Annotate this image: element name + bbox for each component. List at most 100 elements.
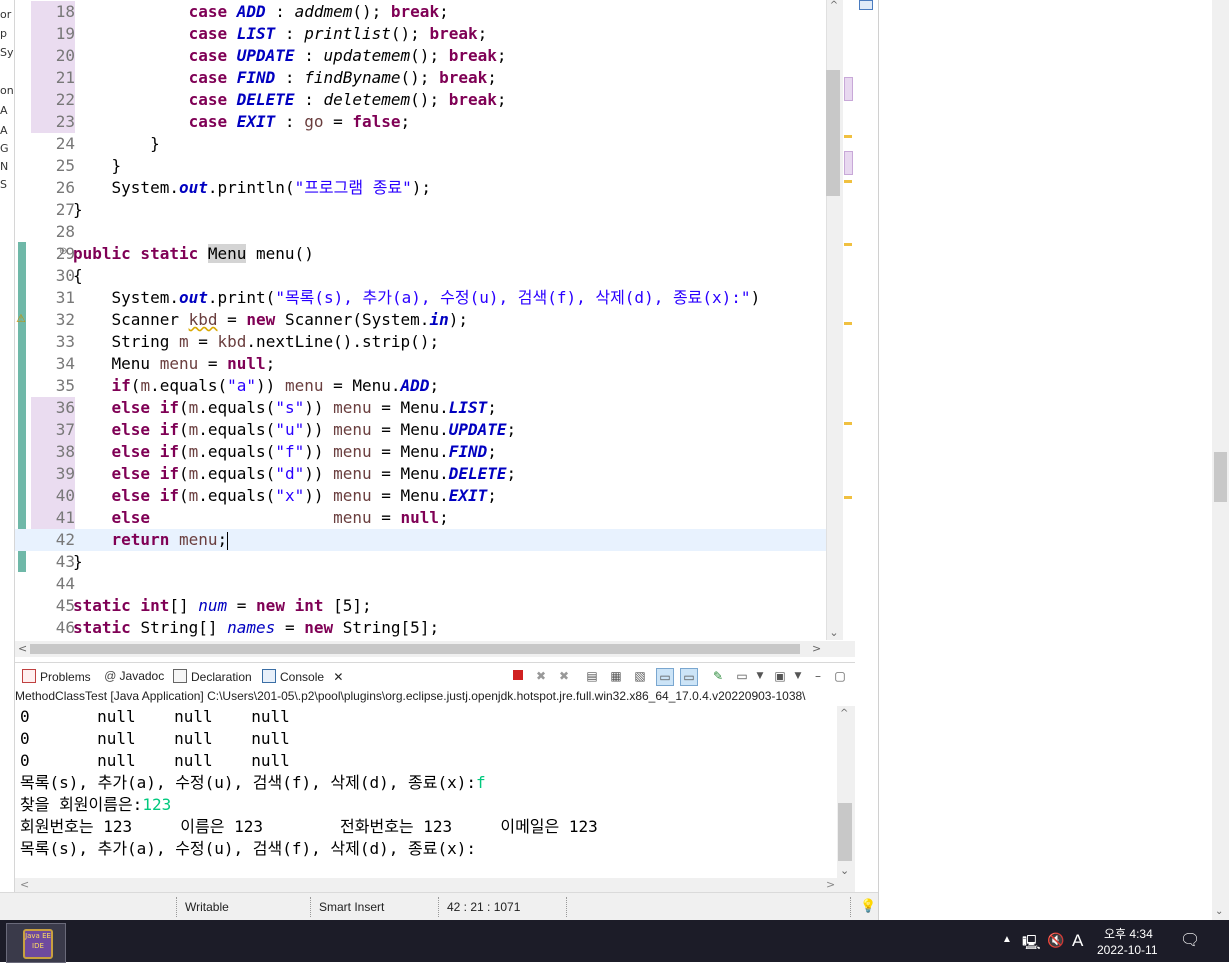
code-line[interactable]: 19 case LIST : printlist(); break;: [15, 23, 827, 45]
outline-fragment[interactable]: A: [0, 104, 14, 117]
overview-mark[interactable]: [844, 322, 852, 325]
tab-declaration[interactable]: Declaration: [173, 669, 252, 684]
scroll-down-arrow-icon[interactable]: ⌄: [828, 626, 840, 639]
code-line[interactable]: 34 Menu menu = null;: [15, 353, 827, 375]
chevron-down-icon[interactable]: ▼: [790, 668, 806, 684]
scroll-up-arrow-icon[interactable]: ^: [840, 708, 848, 719]
clear-console-icon[interactable]: ▤: [584, 668, 600, 684]
code-line[interactable]: 25 }: [15, 155, 827, 177]
outline-fragment[interactable]: Sy: [0, 46, 14, 59]
scroll-left-arrow-icon[interactable]: <: [20, 878, 29, 891]
code-editor[interactable]: 18 case ADD : addmem(); break; 19 case LI…: [15, 0, 827, 640]
outline-quick-icon[interactable]: [859, 0, 873, 10]
volume-muted-icon[interactable]: 🔇: [1047, 932, 1064, 949]
scroll-down-arrow-icon[interactable]: ⌄: [1215, 906, 1223, 917]
taskbar-eclipse-app[interactable]: Java EE IDE: [6, 923, 66, 963]
code-line[interactable]: 35 if(m.equals("a")) menu = Menu.ADD;: [15, 375, 827, 397]
code-line[interactable]: 29 public static Menu menu(): [15, 243, 827, 265]
outline-fragment[interactable]: N: [0, 160, 14, 173]
code-line[interactable]: 22 case DELETE : deletemem(); break;: [15, 89, 827, 111]
code-token: :: [275, 24, 305, 43]
status-cursor-position[interactable]: 42 : 21 : 1071: [447, 900, 520, 914]
overview-mark[interactable]: [844, 243, 852, 246]
maximize-icon[interactable]: ▢: [832, 668, 848, 684]
code-line[interactable]: 24 }: [15, 133, 827, 155]
code-line[interactable]: 44: [15, 573, 827, 595]
line-number: 29: [55, 244, 75, 263]
code-line[interactable]: 27}: [15, 199, 827, 221]
outline-fragment[interactable]: S: [0, 178, 14, 191]
console-scroll-thumb[interactable]: [838, 803, 852, 861]
code-line[interactable]: 20 case UPDATE : updatemem(); break;: [15, 45, 827, 67]
scroll-up-arrow-icon[interactable]: ^: [828, 0, 840, 11]
remove-all-launches-icon[interactable]: ✖: [556, 668, 572, 684]
overview-mark[interactable]: [844, 422, 852, 425]
code-line[interactable]: 36 else if(m.equals("s")) menu = Menu.LI…: [15, 397, 827, 419]
tab-console[interactable]: Console ✕: [262, 669, 343, 684]
console-horizontal-scrollbar[interactable]: [15, 878, 855, 892]
scroll-down-arrow-icon[interactable]: ⌄: [840, 864, 849, 877]
chevron-down-icon[interactable]: ▼: [752, 668, 768, 684]
code-line[interactable]: 26 System.out.println("프로그램 종료");: [15, 177, 827, 199]
code-line[interactable]: 40 else if(m.equals("x")) menu = Menu.EX…: [15, 485, 827, 507]
code-line[interactable]: 37 else if(m.equals("u")) menu = Menu.UP…: [15, 419, 827, 441]
code-line[interactable]: 32 Scanner kbd = new Scanner(System.in);: [15, 309, 827, 331]
outline-fragment[interactable]: on: [0, 84, 14, 97]
notification-icon[interactable]: 🗨: [1180, 930, 1200, 950]
outline-fragment[interactable]: or: [0, 8, 14, 21]
open-console-icon[interactable]: ▣: [772, 668, 788, 684]
terminate-icon[interactable]: [510, 668, 526, 684]
clock-time[interactable]: 오후 4:34: [1104, 925, 1153, 942]
show-on-stdout-icon[interactable]: ▭: [656, 668, 674, 686]
overview-mark[interactable]: [844, 180, 852, 183]
clock-date[interactable]: 2022-10-11: [1097, 943, 1158, 957]
editor-hscroll-thumb[interactable]: [30, 644, 800, 654]
code-line[interactable]: 31 System.out.print("목록(s), 추가(a), 수정(u)…: [15, 287, 827, 309]
status-insert-mode[interactable]: Smart Insert: [319, 900, 384, 914]
code-line[interactable]: 33 String m = kbd.nextLine().strip();: [15, 331, 827, 353]
overview-mark[interactable]: [844, 151, 853, 175]
warning-marker-icon[interactable]: ⚠: [16, 312, 28, 326]
network-icon[interactable]: 🖳: [1022, 932, 1041, 956]
code-line[interactable]: 38 else if(m.equals("f")) menu = Menu.FI…: [15, 441, 827, 463]
scroll-left-arrow-icon[interactable]: <: [18, 642, 27, 655]
overview-mark[interactable]: [844, 77, 853, 101]
tab-javadoc[interactable]: @ Javadoc: [104, 669, 164, 683]
page-scroll-thumb[interactable]: [1214, 452, 1227, 502]
scroll-right-arrow-icon[interactable]: >: [826, 878, 835, 891]
code-line[interactable]: 39 else if(m.equals("d")) menu = Menu.DE…: [15, 463, 827, 485]
overview-ruler[interactable]: [843, 0, 855, 640]
display-console-icon[interactable]: ▭: [734, 668, 750, 684]
show-on-stderr-icon[interactable]: ▭: [680, 668, 698, 686]
outline-fragment[interactable]: p: [0, 27, 14, 40]
code-line[interactable]: 42 return menu;: [15, 529, 827, 551]
code-line[interactable]: 21 case FIND : findByname(); break;: [15, 67, 827, 89]
code-line[interactable]: 18 case ADD : addmem(); break;: [15, 1, 827, 23]
scroll-right-arrow-icon[interactable]: >: [812, 642, 821, 655]
pin-console-icon[interactable]: ✎: [710, 668, 726, 684]
lightbulb-icon[interactable]: 💡: [860, 898, 876, 914]
code-line[interactable]: 46 static String[] names = new String[5];: [15, 617, 827, 639]
package-explorer-strip[interactable]: or p Sy on A A G N S: [0, 0, 15, 920]
fold-collapse-icon[interactable]: ⊖: [59, 246, 67, 257]
code-line[interactable]: 23 case EXIT : go = false;: [15, 111, 827, 133]
ime-indicator[interactable]: A: [1072, 931, 1083, 951]
minimize-icon[interactable]: –: [810, 668, 826, 684]
overview-mark[interactable]: [844, 496, 852, 499]
code-line[interactable]: 28: [15, 221, 827, 243]
close-icon[interactable]: ✕: [333, 670, 343, 684]
console-output[interactable]: 0 null null null 0 null null null 0 null n…: [15, 706, 837, 878]
tab-problems[interactable]: Problems: [22, 669, 91, 684]
overview-mark[interactable]: [844, 135, 852, 138]
code-line[interactable]: 30{: [15, 265, 827, 287]
word-wrap-icon[interactable]: ▧: [632, 668, 648, 684]
outline-fragment[interactable]: G: [0, 142, 14, 155]
code-line[interactable]: 45 static int[] num = new int [5];: [15, 595, 827, 617]
outline-fragment[interactable]: A: [0, 124, 14, 137]
code-line[interactable]: 43}: [15, 551, 827, 573]
code-line[interactable]: 41 else menu = null;: [15, 507, 827, 529]
editor-scroll-thumb[interactable]: [826, 70, 840, 196]
scroll-lock-icon[interactable]: ▦: [608, 668, 624, 684]
remove-launch-icon[interactable]: ✖: [533, 668, 549, 684]
show-hidden-icons-icon[interactable]: ▲: [1002, 934, 1012, 945]
